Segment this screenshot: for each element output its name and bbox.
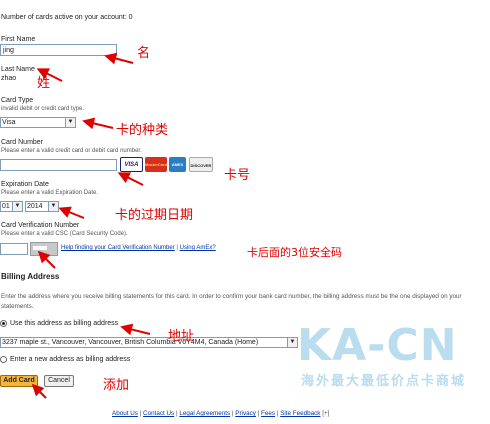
annotation-add: 添加: [103, 378, 130, 393]
annotation-arrows: [31, 52, 151, 399]
address-arrow-icon: [120, 323, 151, 336]
expiration-arrow-icon: [58, 206, 85, 219]
add-arrow-icon: [31, 383, 47, 399]
card-type-arrow-icon: [82, 117, 114, 130]
first-name-arrow-icon: [104, 52, 134, 65]
annotation-address: 地址: [168, 329, 195, 344]
annotation-card-number: 卡号: [224, 168, 251, 183]
cvn-arrow-icon: [37, 250, 56, 269]
annotation-first-name: 名: [137, 46, 151, 61]
annotation-expiration: 卡的过期日期: [115, 208, 194, 223]
annotation-last-name: 姓: [37, 76, 51, 91]
card-number-arrow-icon: [117, 172, 144, 186]
annotation-card-type: 卡的种类: [116, 123, 169, 138]
annotation-cvn: 卡后面的3位安全码: [247, 246, 342, 259]
